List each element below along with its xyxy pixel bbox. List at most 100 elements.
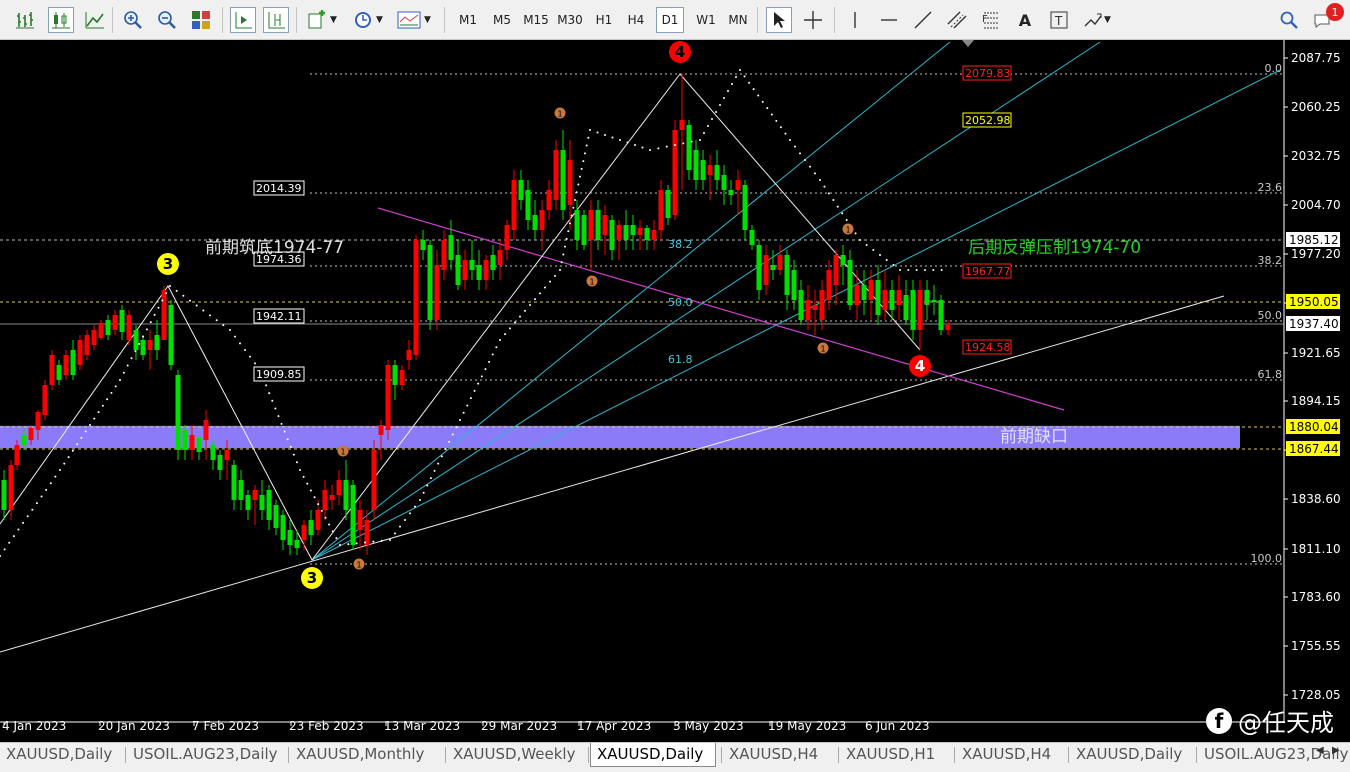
candle-body [105,320,111,335]
projection-dot [451,433,454,436]
candle-body [497,250,503,265]
projection-dot [529,304,531,306]
projection-dot [564,245,566,248]
candle-body [476,265,482,280]
timeframe-m1[interactable]: M1 [454,7,482,33]
timeframe-m5[interactable]: M5 [488,7,516,33]
projection-dot [295,461,298,464]
new-order-dropdown-icon[interactable]: ▼ [330,7,337,33]
text-label-icon[interactable]: A [1012,7,1038,33]
projection-dot [703,132,705,134]
chart-shift-icon[interactable] [263,7,289,33]
previous-bottom-annotation: 前期筑底1974-77 [205,238,344,258]
projection-dot [93,417,96,420]
templates-dropdown-icon[interactable]: ▼ [424,7,431,33]
projection-dot [766,107,769,110]
chart-tab[interactable]: XAUUSD,H4 [956,743,1062,767]
chart-tab[interactable]: XAUUSD,Monthly [290,743,440,767]
projection-dot [389,539,391,541]
templates-icon[interactable] [396,7,422,33]
shapes-icon[interactable] [1080,7,1106,33]
tile-windows-icon[interactable] [188,7,214,33]
history-dropdown-icon[interactable]: ▼ [376,7,383,33]
projection-dot [915,269,918,271]
chart-tab[interactable]: XAUUSD,Daily [1070,743,1190,767]
projection-dot [534,298,536,301]
projection-dot [355,542,358,545]
candle-body [420,240,426,250]
candle-body [826,270,832,300]
projection-dot [859,239,861,241]
date-axis-label: 29 Mar 2023 [481,719,557,733]
chart-tab[interactable]: XAUUSD,H1 [840,743,950,767]
search-icon[interactable] [1276,7,1302,33]
projection-dot [317,503,320,506]
timeframe-h1[interactable]: H1 [590,7,618,33]
projection-dot [189,299,191,302]
chart-tab[interactable]: XAUUSD,Weekly [447,743,583,767]
projection-dot [575,191,578,194]
fib-level-label: 50.0 [1258,309,1283,322]
candle-body [721,175,727,190]
projection-dot [634,144,636,146]
bar-chart-icon[interactable] [12,7,38,33]
projection-dot [477,382,480,385]
fib-level-label: 23.6 [1258,181,1283,194]
tab-scroll-right-icon[interactable]: ▶ [1332,745,1340,756]
timeframe-mn[interactable]: MN [724,7,752,33]
chart-tab[interactable]: USOIL.AUG23,Daily [127,743,283,767]
cursor-icon[interactable] [766,7,792,33]
projection-dot [364,541,366,544]
projection-dot [71,449,74,452]
timeframe-d1[interactable]: D1 [656,7,684,33]
candle-body [917,290,923,330]
timeframe-m30[interactable]: M30 [554,7,586,33]
candle-body [294,540,300,548]
crosshair-icon[interactable] [800,7,826,33]
vertical-line-icon[interactable] [842,7,868,33]
horizontal-line-icon[interactable] [876,7,902,33]
candle-body [329,495,335,500]
projection-dot [302,475,305,478]
chart-tab[interactable]: XAUUSD,H4 [723,743,833,767]
notifications-icon[interactable]: 1 [1312,3,1344,33]
projection-dot [244,349,246,351]
svg-text:T: T [1054,14,1063,28]
history-clock-icon[interactable] [350,7,376,33]
equidistant-channel-icon[interactable] [944,7,970,33]
projection-dot [222,324,225,327]
candle-body [679,120,685,130]
candle-body [427,245,433,320]
tab-scroll-left-icon[interactable]: ◀ [1316,745,1324,756]
timeframe-h4[interactable]: H4 [622,7,650,33]
text-box-icon[interactable]: T [1046,7,1072,33]
candlestick-icon[interactable] [48,7,74,33]
line-chart-icon[interactable] [82,7,108,33]
projection-dot [12,535,15,538]
shapes-dropdown-icon[interactable]: ▼ [1104,7,1111,33]
wave-label: 3 [163,255,173,273]
new-order-icon[interactable] [304,7,330,33]
candle-body [84,335,90,355]
projection-dot [45,488,48,491]
fibonacci-icon[interactable]: F [978,7,1004,33]
chart-tab[interactable]: XAUUSD,Daily [590,743,716,767]
timeframe-w1[interactable]: W1 [692,7,720,33]
chart-canvas[interactable]: 0.023.638.250.061.8100.038.250.061.82087… [0,40,1350,742]
price-chart[interactable]: 0.0 23.6 38.2 50.0 61.8 100.0 38.2 50.0 61.8 2087… [0,40,1350,742]
autoscroll-icon[interactable] [230,7,256,33]
notification-badge: 1 [1326,3,1344,21]
candle-body [371,450,377,510]
candle-body [126,315,132,340]
timeframe-m15[interactable]: M15 [520,7,552,33]
trendline-icon[interactable] [910,7,936,33]
zoom-in-icon[interactable] [120,7,146,33]
candle-body [483,260,489,280]
candle-body [217,455,223,470]
zoom-out-icon[interactable] [154,7,180,33]
candle-body [273,505,279,528]
chart-tab[interactable]: USOIL.AUG23,Daily [1198,743,1349,767]
chart-tab[interactable]: XAUUSD,Daily [0,743,120,767]
candle-body [518,180,524,200]
candle-body [924,290,930,305]
